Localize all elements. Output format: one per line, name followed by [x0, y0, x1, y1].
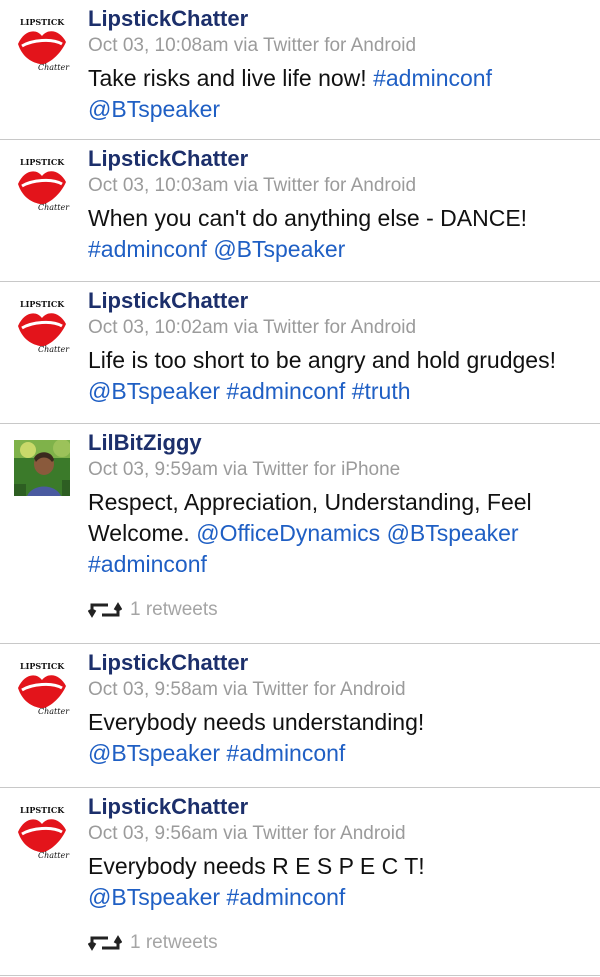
tweet-item: LIPSTICK Chatter LipstickChatter Oct 03,… [0, 644, 600, 788]
tweet-text: Respect, Appreciation, Understanding, Fe… [88, 489, 532, 577]
avatar[interactable]: LIPSTICK Chatter [14, 156, 70, 212]
retweet-icon [88, 599, 122, 621]
lips-logo-icon: LIPSTICK Chatter [18, 805, 70, 860]
mention-link[interactable]: @OfficeDynamics [196, 520, 380, 546]
tweet-meta: Oct 03, 10:03am via Twitter for Android [88, 175, 417, 196]
tweet-item: LIPSTICK Chatter LipstickChatter Oct 03,… [0, 140, 600, 282]
tweet-item: LIPSTICK Chatter LipstickChatter Oct 03,… [0, 0, 600, 140]
tweet-meta: Oct 03, 10:02am via Twitter for Android [88, 317, 417, 338]
tweet-text: Life is too short to be angry and hold g… [88, 347, 556, 404]
tweet-text: Everybody needs R E S P E C T! @BTspeake… [88, 853, 425, 910]
author-name[interactable]: LipstickChatter [88, 794, 248, 820]
tweet-text: When you can't do anything else - DANCE!… [88, 205, 528, 262]
mention-link[interactable]: @BTspeaker [213, 236, 345, 262]
mention-link[interactable]: @BTspeaker [88, 378, 220, 404]
hashtag-link[interactable]: #adminconf [88, 236, 207, 262]
tweet-item: LilBitZiggy Oct 03, 9:59am via Twitter f… [0, 424, 600, 644]
lips-logo-icon: LIPSTICK Chatter [18, 17, 70, 72]
svg-text:LIPSTICK: LIPSTICK [20, 299, 65, 309]
tweet-meta: Oct 03, 9:59am via Twitter for iPhone [88, 459, 401, 480]
tweet-text: Everybody needs understanding! @BTspeake… [88, 709, 425, 766]
tweet-item: LIPSTICK Chatter LipstickChatter Oct 03,… [0, 788, 600, 976]
mention-link[interactable]: @BTspeaker [88, 96, 220, 122]
tweet-meta: Oct 03, 9:58am via Twitter for Android [88, 679, 406, 700]
mention-link[interactable]: @BTspeaker [88, 884, 220, 910]
hashtag-link[interactable]: #adminconf [226, 378, 345, 404]
mention-link[interactable]: @BTspeaker [387, 520, 519, 546]
avatar[interactable]: LIPSTICK Chatter [14, 660, 70, 716]
hashtag-link[interactable]: #adminconf [373, 65, 492, 91]
svg-text:LIPSTICK: LIPSTICK [20, 661, 65, 671]
tweet-text: Take risks and live life now! #adminconf… [88, 65, 492, 122]
avatar[interactable]: LIPSTICK Chatter [14, 16, 70, 72]
author-name[interactable]: LipstickChatter [88, 288, 248, 314]
tweet-feed: LIPSTICK Chatter LipstickChatter Oct 03,… [0, 0, 600, 976]
profile-photo-icon [14, 440, 70, 496]
hashtag-link[interactable]: #truth [352, 378, 411, 404]
svg-text:LIPSTICK: LIPSTICK [20, 805, 65, 815]
hashtag-link[interactable]: #adminconf [226, 884, 345, 910]
avatar[interactable]: LIPSTICK Chatter [14, 298, 70, 354]
svg-text:Chatter: Chatter [38, 63, 70, 72]
tweet-item: LIPSTICK Chatter LipstickChatter Oct 03,… [0, 282, 600, 424]
tweet-meta: Oct 03, 9:56am via Twitter for Android [88, 823, 406, 844]
retweet-count[interactable]: 1 retweets [88, 932, 218, 954]
avatar[interactable] [14, 440, 70, 496]
lips-logo-icon: LIPSTICK Chatter [18, 661, 70, 716]
svg-text:Chatter: Chatter [38, 707, 70, 716]
svg-text:Chatter: Chatter [38, 851, 70, 860]
author-name[interactable]: LipstickChatter [88, 6, 248, 32]
author-name[interactable]: LipstickChatter [88, 650, 248, 676]
mention-link[interactable]: @BTspeaker [88, 740, 220, 766]
svg-text:LIPSTICK: LIPSTICK [20, 157, 65, 167]
lips-logo-icon: LIPSTICK Chatter [18, 157, 70, 212]
author-name[interactable]: LilBitZiggy [88, 430, 202, 456]
author-name[interactable]: LipstickChatter [88, 146, 248, 172]
hashtag-link[interactable]: #adminconf [88, 551, 207, 577]
retweet-icon [88, 932, 122, 954]
retweet-count-label: 1 retweets [130, 932, 218, 953]
tweet-meta: Oct 03, 10:08am via Twitter for Android [88, 35, 417, 56]
svg-text:Chatter: Chatter [38, 203, 70, 212]
lips-logo-icon: LIPSTICK Chatter [18, 299, 70, 354]
retweet-count[interactable]: 1 retweets [88, 599, 218, 621]
avatar[interactable]: LIPSTICK Chatter [14, 804, 70, 860]
svg-text:Chatter: Chatter [38, 345, 70, 354]
svg-text:LIPSTICK: LIPSTICK [20, 17, 65, 27]
retweet-count-label: 1 retweets [130, 599, 218, 620]
hashtag-link[interactable]: #adminconf [226, 740, 345, 766]
